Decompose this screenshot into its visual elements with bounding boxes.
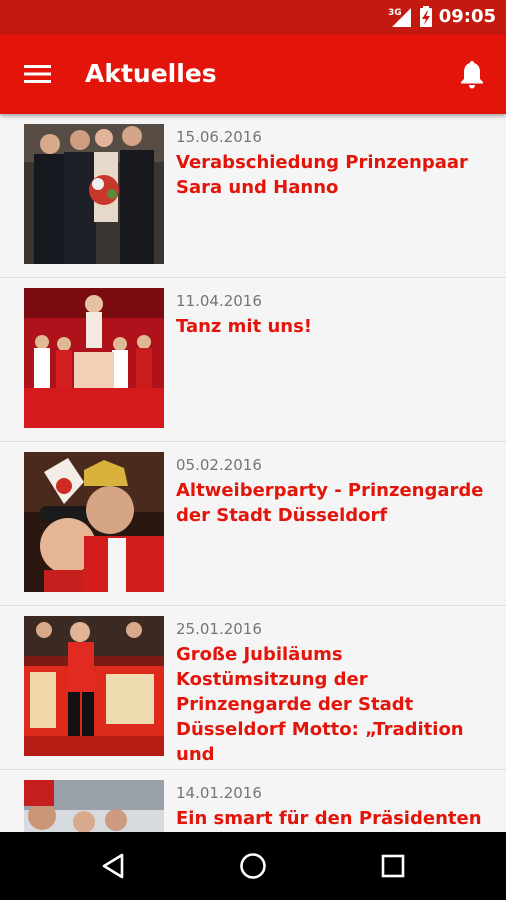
back-triangle-icon — [102, 853, 124, 879]
recents-square-icon — [381, 854, 405, 878]
status-time: 09:05 — [438, 6, 496, 27]
news-image — [24, 124, 164, 264]
news-image — [24, 288, 164, 428]
news-title: Ein smart für den Präsidenten — [176, 808, 482, 829]
status-bar: 3G 09:05 — [0, 0, 506, 34]
hamburger-menu-icon — [24, 65, 51, 83]
news-item[interactable]: 14.01.2016 Ein smart für den Präsidenten — [0, 770, 506, 832]
news-item[interactable]: 15.06.2016 Verabschiedung Prinzenpaar Sa… — [0, 114, 506, 278]
notifications-button[interactable] — [454, 56, 490, 92]
news-item[interactable]: 05.02.2016 Altweiberparty - Prinzengarde… — [0, 442, 506, 606]
news-image — [24, 616, 164, 756]
home-button[interactable] — [233, 846, 273, 886]
bell-icon — [461, 61, 483, 89]
news-image — [24, 452, 164, 592]
news-date: 11.04.2016 — [176, 292, 262, 310]
news-item[interactable]: 11.04.2016 Tanz mit uns! — [0, 278, 506, 442]
news-date: 14.01.2016 — [176, 784, 262, 802]
news-title: Große Jubiläums Kostümsitzung der Prinze… — [176, 644, 464, 765]
navigation-bar — [0, 832, 506, 900]
network-type-label: 3G — [388, 8, 402, 18]
home-circle-icon — [240, 853, 266, 879]
news-image — [24, 780, 164, 832]
news-item[interactable]: 25.01.2016 Große Jubiläums Kostümsitzung… — [0, 606, 506, 770]
menu-button[interactable] — [20, 56, 56, 92]
news-date: 05.02.2016 — [176, 456, 262, 474]
news-date: 25.01.2016 — [176, 620, 262, 638]
app-bar: Aktuelles — [0, 34, 506, 114]
page-title: Aktuelles — [85, 59, 217, 88]
news-date: 15.06.2016 — [176, 128, 262, 146]
news-title: Altweiberparty - Prinzengarde der Stadt … — [176, 480, 484, 526]
back-button[interactable] — [93, 846, 133, 886]
news-list: 15.06.2016 Verabschiedung Prinzenpaar Sa… — [0, 114, 506, 832]
recents-button[interactable] — [373, 846, 413, 886]
news-title: Tanz mit uns! — [176, 316, 313, 337]
news-title: Verabschiedung Prinzenpaar Sara und Hann… — [176, 152, 468, 198]
signal-icon: 3G — [388, 8, 411, 27]
battery-icon — [419, 6, 432, 27]
